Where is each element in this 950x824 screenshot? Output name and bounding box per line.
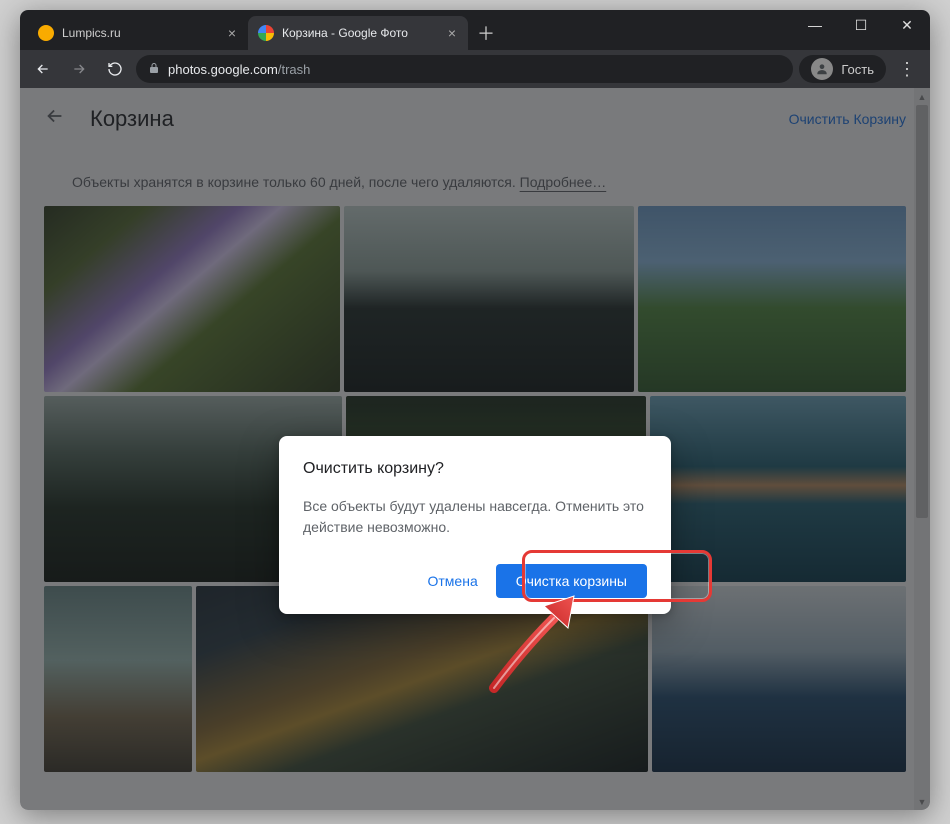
tab-google-photos[interactable]: Корзина - Google Фото × xyxy=(248,16,468,50)
back-button[interactable] xyxy=(28,54,58,84)
window-minimize-button[interactable]: — xyxy=(792,10,838,40)
arrow-right-icon xyxy=(71,61,87,77)
toolbar: photos.google.com/trash Гость ⋮ xyxy=(20,50,930,88)
browser-window: Lumpics.ru × Корзина - Google Фото × ＋ —… xyxy=(20,10,930,810)
tab-close-icon[interactable]: × xyxy=(444,25,460,41)
tab-lumpics[interactable]: Lumpics.ru × xyxy=(28,16,248,50)
window-close-button[interactable]: ✕ xyxy=(884,10,930,40)
tab-title: Корзина - Google Фото xyxy=(282,26,436,40)
profile-label: Гость xyxy=(841,62,874,77)
url-text: photos.google.com/trash xyxy=(168,62,310,77)
favicon-lumpics xyxy=(38,25,54,41)
profile-chip[interactable]: Гость xyxy=(799,55,886,83)
new-tab-button[interactable]: ＋ xyxy=(472,19,500,47)
window-controls: — ☐ ✕ xyxy=(792,10,930,40)
reload-button[interactable] xyxy=(100,54,130,84)
reload-icon xyxy=(107,61,123,77)
dialog-body: Все объекты будут удалены навсегда. Отме… xyxy=(303,496,647,538)
tab-title: Lumpics.ru xyxy=(62,26,216,40)
dialog-title: Очистить корзину? xyxy=(303,460,647,478)
browser-menu-button[interactable]: ⋮ xyxy=(892,59,922,80)
favicon-google-photos xyxy=(258,25,274,41)
lock-icon xyxy=(148,62,160,77)
avatar-icon xyxy=(811,58,833,80)
arrow-left-icon xyxy=(35,61,51,77)
address-bar[interactable]: photos.google.com/trash xyxy=(136,55,793,83)
tab-strip: Lumpics.ru × Корзина - Google Фото × ＋ —… xyxy=(20,10,930,50)
cancel-button[interactable]: Отмена xyxy=(418,565,488,597)
forward-button[interactable] xyxy=(64,54,94,84)
page-viewport: Корзина Очистить Корзину Объекты хранятс… xyxy=(20,88,930,810)
annotation-highlight xyxy=(522,550,712,602)
tab-close-icon[interactable]: × xyxy=(224,25,240,41)
window-maximize-button[interactable]: ☐ xyxy=(838,10,884,40)
